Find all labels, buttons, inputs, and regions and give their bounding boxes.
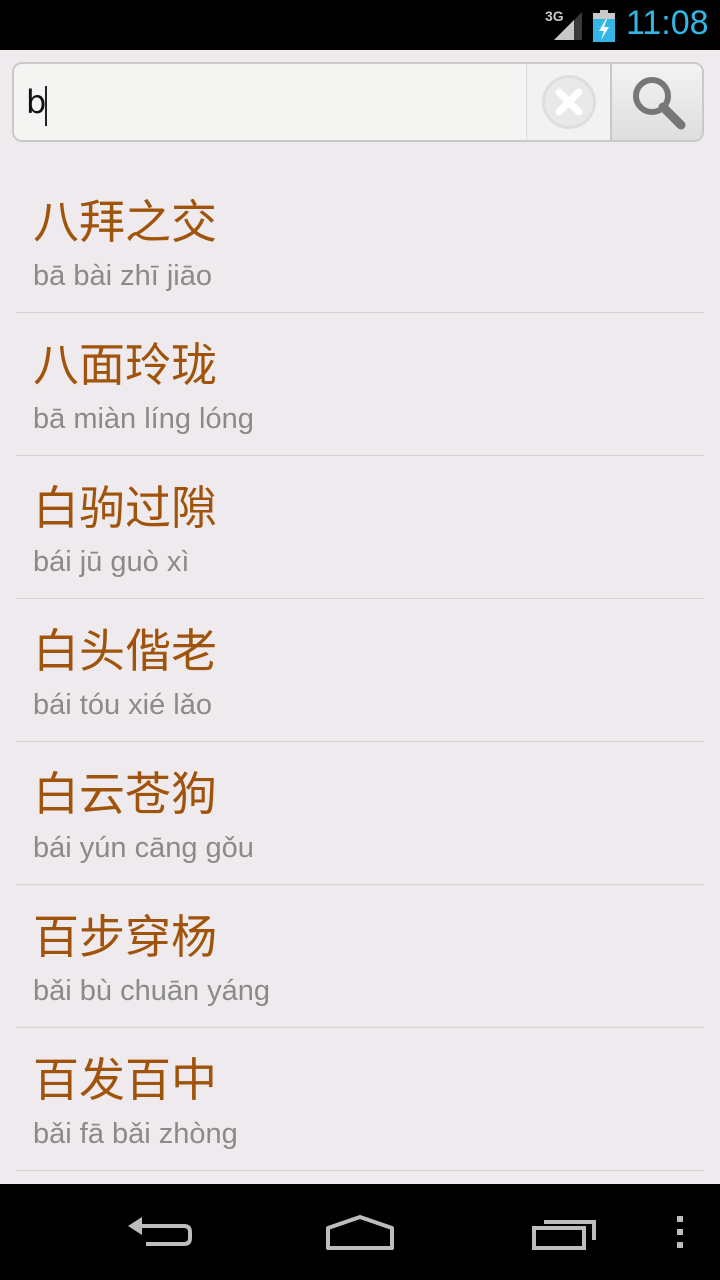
clear-button[interactable]: [526, 64, 611, 140]
overflow-menu-button[interactable]: [660, 1208, 700, 1256]
pinyin-text: bā miàn líng lóng: [33, 403, 254, 435]
list-item[interactable]: 白头偕老 bái tóu xié lǎo: [16, 599, 704, 742]
idiom-text: 八面玲珑: [33, 338, 217, 392]
pinyin-text: bái yún cāng gǒu: [33, 832, 254, 864]
main-content: 八拜之交 bā bài zhī jiāo 八面玲珑 bā miàn líng l…: [0, 50, 720, 1184]
back-button[interactable]: [118, 1208, 202, 1256]
overflow-menu-icon: [677, 1216, 683, 1248]
status-bar: 3G 11:08: [0, 0, 720, 50]
search-bar: [12, 62, 704, 142]
idiom-text: 白驹过隙: [33, 481, 217, 535]
pinyin-text: bái jū guò xì: [33, 546, 190, 578]
clear-icon: [542, 75, 596, 129]
list-item[interactable]: 八拜之交 bā bài zhī jiāo: [16, 170, 704, 313]
list-item[interactable]: 百发百中 bǎi fā bǎi zhòng: [16, 1028, 704, 1171]
recents-icon: [532, 1220, 596, 1250]
back-icon: [128, 1217, 192, 1246]
pinyin-text: bái tóu xié lǎo: [33, 689, 212, 721]
search-input[interactable]: [26, 74, 506, 130]
pinyin-text: bǎi fā bǎi zhòng: [33, 1118, 238, 1150]
idiom-text: 白云苍狗: [33, 767, 217, 821]
result-list: 八拜之交 bā bài zhī jiāo 八面玲珑 bā miàn líng l…: [0, 170, 720, 1171]
recents-button[interactable]: [522, 1208, 606, 1256]
home-icon: [326, 1215, 394, 1250]
pinyin-text: bā bài zhī jiāo: [33, 260, 212, 292]
list-item[interactable]: 百步穿杨 bǎi bù chuān yáng: [16, 885, 704, 1028]
list-item[interactable]: 白驹过隙 bái jū guò xì: [16, 456, 704, 599]
idiom-text: 百步穿杨: [33, 910, 217, 964]
signal-icon: [554, 12, 582, 40]
text-cursor: [45, 86, 47, 126]
home-button[interactable]: [318, 1208, 402, 1256]
idiom-text: 八拜之交: [33, 195, 217, 249]
idiom-text: 百发百中: [33, 1053, 217, 1107]
clock: 11:08: [626, 4, 709, 42]
idiom-text: 白头偕老: [33, 624, 217, 678]
search-icon: [633, 77, 686, 130]
search-button[interactable]: [610, 64, 702, 140]
screen: 3G 11:08 b 八拜之交 bā bài zhī jiāo 八面玲珑 bā …: [0, 0, 720, 1280]
list-item[interactable]: 八面玲珑 bā miàn líng lóng: [16, 313, 704, 456]
pinyin-text: bǎi bù chuān yáng: [33, 975, 271, 1007]
battery-charging-icon: [593, 10, 615, 42]
list-item[interactable]: 白云苍狗 bái yún cāng gǒu: [16, 742, 704, 885]
navigation-bar: [0, 1184, 720, 1280]
